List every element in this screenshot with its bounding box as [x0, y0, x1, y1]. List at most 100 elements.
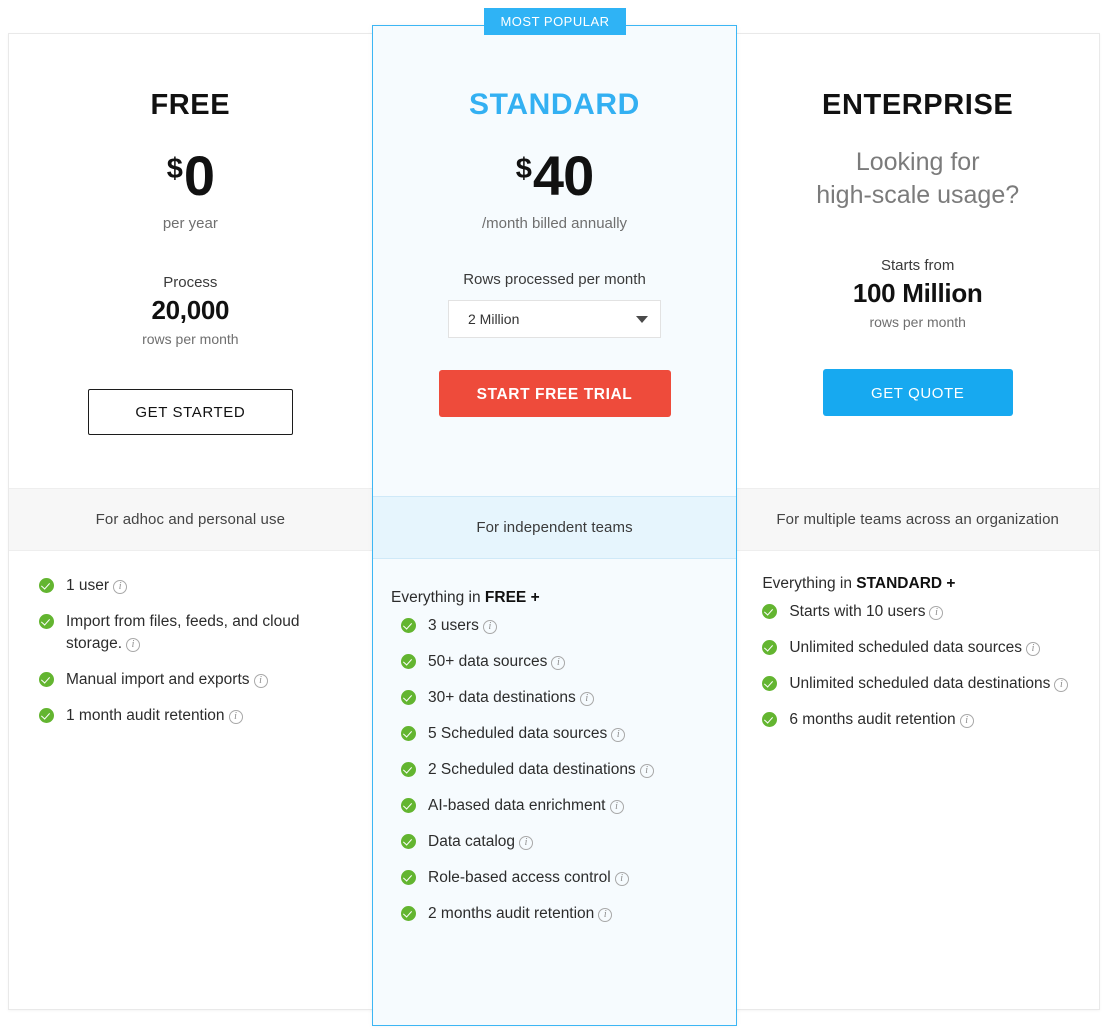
most-popular-badge: MOST POPULAR: [484, 8, 626, 35]
info-icon[interactable]: i: [482, 620, 497, 634]
feature-label: 6 months audit retention i: [789, 709, 974, 731]
usage-label-free: Process: [163, 274, 218, 292]
info-icon[interactable]: i: [519, 836, 534, 850]
plan-tagline-enterprise: Looking for high-scale usage?: [736, 146, 1099, 212]
usage-block-enterprise: Starts from 100 Million rows per month: [736, 257, 1099, 330]
everything-in-standard: Everything in STANDARD +: [762, 575, 1073, 593]
start-free-trial-button[interactable]: START FREE TRIAL: [438, 370, 671, 418]
feature-label: 3 users i: [428, 615, 497, 637]
feature-item: Role-based access control i: [401, 867, 721, 889]
tagline-line-2: high-scale usage?: [816, 181, 1020, 209]
currency-symbol: $: [515, 153, 532, 185]
feature-list-free: 1 user i Import from files, feeds, and clo…: [9, 551, 372, 727]
plan-title-standard: STANDARD: [469, 88, 640, 121]
feature-label: 5 Scheduled data sources i: [428, 723, 626, 745]
feature-item: Starts with 10 users i: [762, 601, 1073, 623]
info-icon[interactable]: i: [1025, 642, 1040, 656]
info-icon[interactable]: i: [126, 638, 141, 652]
feature-label: Starts with 10 users i: [789, 601, 944, 623]
info-icon[interactable]: i: [579, 692, 594, 706]
feature-label: Import from files, feeds, and cloud stor…: [66, 613, 300, 652]
usage-value-enterprise: 100 Million: [852, 278, 983, 308]
info-icon[interactable]: i: [113, 580, 128, 594]
info-icon[interactable]: i: [609, 800, 624, 814]
feature-item: 2 Scheduled data destinations i: [401, 759, 721, 781]
plan-header-free: FREE $ 0 per year Process 20,000 rows pe…: [9, 34, 372, 488]
price-note-free: per year: [162, 215, 218, 233]
feature-item: Unlimited scheduled data sources i: [762, 637, 1073, 659]
check-circle-icon: [39, 708, 54, 723]
plan-header-standard: STANDARD $ 40 /month billed annually Row…: [373, 26, 736, 496]
plan-price-standard: $ 40: [373, 144, 736, 207]
check-circle-icon: [401, 618, 416, 633]
feature-item: Data catalog i: [401, 831, 721, 853]
info-icon[interactable]: i: [551, 656, 566, 670]
feature-label: Data catalog i: [428, 831, 534, 853]
everything-suffix: +: [526, 589, 540, 606]
price-amount: 0: [183, 144, 215, 207]
price-amount: 40: [532, 144, 594, 207]
feature-item: Unlimited scheduled data destinations i: [762, 673, 1073, 695]
feature-label: 1 user i: [66, 575, 128, 597]
plan-band-text-free: For adhoc and personal use: [95, 511, 286, 528]
info-icon[interactable]: i: [929, 606, 944, 620]
rows-per-month-select[interactable]: 2 Million: [448, 300, 661, 339]
get-started-button[interactable]: GET STARTED: [87, 389, 293, 436]
usage-unit-enterprise: rows per month: [869, 314, 966, 330]
info-icon[interactable]: i: [614, 872, 629, 886]
rows-select-value: 2 Million: [468, 311, 520, 328]
standard-cta-wrap: START FREE TRIAL: [373, 370, 736, 418]
everything-plan-name: FREE: [484, 589, 527, 606]
info-icon[interactable]: i: [1054, 678, 1069, 692]
check-circle-icon: [401, 690, 416, 705]
plan-band-text-enterprise: For multiple teams across an organizatio…: [776, 511, 1059, 528]
plan-column-free: FREE $ 0 per year Process 20,000 rows pe…: [9, 34, 373, 1009]
feature-list-enterprise: Everything in STANDARD + Starts with 10 …: [736, 551, 1099, 731]
usage-block-free: Process 20,000 rows per month: [9, 274, 372, 347]
plan-title-free: FREE: [150, 89, 231, 121]
feature-item: 30+ data destinations i: [401, 687, 721, 709]
check-circle-icon: [401, 906, 416, 921]
feature-label: 2 Scheduled data destinations i: [428, 759, 654, 781]
tagline-line-1: Looking for: [855, 148, 980, 176]
feature-item: 5 Scheduled data sources i: [401, 723, 721, 745]
info-icon[interactable]: i: [639, 764, 654, 778]
plan-band-enterprise: For multiple teams across an organizatio…: [736, 488, 1100, 551]
feature-item: 6 months audit retention i: [762, 709, 1073, 731]
feature-item: 1 user i: [39, 575, 346, 597]
everything-suffix: +: [942, 575, 956, 592]
feature-label: Unlimited scheduled data destinations i: [789, 673, 1069, 695]
feature-item: 1 month audit retention i: [39, 705, 346, 727]
check-circle-icon: [401, 726, 416, 741]
check-circle-icon: [401, 870, 416, 885]
plan-band-standard: For independent teams: [373, 496, 736, 559]
check-circle-icon: [762, 640, 778, 655]
everything-in-free: Everything in FREE +: [391, 589, 721, 607]
feature-label: Manual import and exports i: [66, 669, 268, 691]
feature-label: 2 months audit retention i: [428, 903, 613, 925]
info-icon[interactable]: i: [959, 714, 974, 728]
check-circle-icon: [401, 654, 416, 669]
plan-title-enterprise: ENTERPRISE: [822, 89, 1014, 121]
everything-prefix: Everything in: [762, 575, 857, 592]
currency-symbol: $: [166, 153, 183, 185]
price-note-standard: /month billed annually: [481, 215, 628, 233]
feature-label: Unlimited scheduled data sources i: [789, 637, 1040, 659]
check-circle-icon: [39, 672, 54, 687]
everything-prefix: Everything in: [391, 589, 485, 606]
usage-unit-free: rows per month: [142, 331, 239, 348]
info-icon[interactable]: i: [611, 728, 626, 742]
feature-item: 50+ data sources i: [401, 651, 721, 673]
plan-band-free: For adhoc and personal use: [9, 488, 372, 551]
feature-item: AI-based data enrichment i: [401, 795, 721, 817]
check-circle-icon: [762, 712, 778, 727]
feature-label: 1 month audit retention i: [66, 705, 243, 727]
info-icon[interactable]: i: [228, 710, 243, 724]
plan-column-enterprise: ENTERPRISE Looking for high-scale usage?…: [735, 34, 1100, 1009]
check-circle-icon: [762, 604, 778, 619]
get-quote-button[interactable]: GET QUOTE: [822, 369, 1013, 416]
feature-list-standard: Everything in FREE + 3 users i 50+ data so…: [391, 589, 721, 939]
info-icon[interactable]: i: [598, 908, 613, 922]
plan-header-enterprise: ENTERPRISE Looking for high-scale usage?…: [736, 34, 1099, 488]
info-icon[interactable]: i: [253, 674, 268, 688]
